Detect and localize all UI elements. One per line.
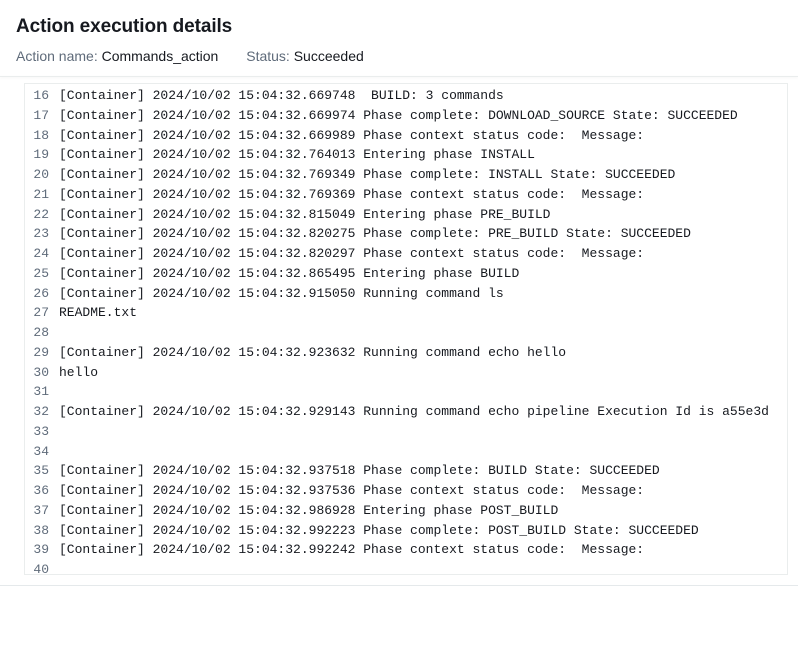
line-text: [Container] 2024/10/02 15:04:32.815049 E…: [59, 205, 550, 225]
line-text: [Container] 2024/10/02 15:04:32.937536 P…: [59, 481, 652, 501]
line-number: 24: [27, 244, 59, 264]
log-line: 33: [27, 422, 787, 442]
log-scroll-area[interactable]: 16[Container] 2024/10/02 15:04:32.669748…: [25, 84, 787, 574]
line-text: [59, 560, 67, 574]
line-text: [Container] 2024/10/02 15:04:32.669748 B…: [59, 86, 504, 106]
dialog-meta: Action name: Commands_action Status: Suc…: [16, 48, 798, 64]
line-text: [Container] 2024/10/02 15:04:32.669974 P…: [59, 106, 738, 126]
line-number: 36: [27, 481, 59, 501]
line-text: hello: [59, 363, 98, 383]
line-number: 32: [27, 402, 59, 422]
log-line: 22[Container] 2024/10/02 15:04:32.815049…: [27, 205, 787, 225]
log-line: 38[Container] 2024/10/02 15:04:32.992223…: [27, 521, 787, 541]
line-number: 25: [27, 264, 59, 284]
log-line: 23[Container] 2024/10/02 15:04:32.820275…: [27, 224, 787, 244]
log-line: 35[Container] 2024/10/02 15:04:32.937518…: [27, 461, 787, 481]
action-name-label: Action name:: [16, 48, 98, 64]
dialog-title: Action execution details: [16, 16, 798, 38]
line-number: 16: [27, 86, 59, 106]
line-text: [Container] 2024/10/02 15:04:32.929143 R…: [59, 402, 769, 422]
bottom-divider: [0, 585, 798, 586]
action-name-value: Commands_action: [102, 48, 219, 64]
line-number: 40: [27, 560, 59, 574]
line-number: 18: [27, 126, 59, 146]
line-text: [59, 422, 67, 442]
line-text: [59, 442, 67, 462]
line-text: [59, 382, 67, 402]
log-line: 26[Container] 2024/10/02 15:04:32.915050…: [27, 284, 787, 304]
line-text: [Container] 2024/10/02 15:04:32.992223 P…: [59, 521, 699, 541]
line-number: 23: [27, 224, 59, 244]
line-number: 34: [27, 442, 59, 462]
log-line: 31: [27, 382, 787, 402]
line-number: 17: [27, 106, 59, 126]
log-line: 27README.txt: [27, 303, 787, 323]
line-text: [Container] 2024/10/02 15:04:32.820275 P…: [59, 224, 691, 244]
status-value: Succeeded: [294, 48, 364, 64]
line-number: 28: [27, 323, 59, 343]
status-label: Status:: [246, 48, 290, 64]
line-text: [Container] 2024/10/02 15:04:32.923632 R…: [59, 343, 566, 363]
line-number: 35: [27, 461, 59, 481]
line-number: 20: [27, 165, 59, 185]
line-number: 38: [27, 521, 59, 541]
line-text: [Container] 2024/10/02 15:04:32.769369 P…: [59, 185, 652, 205]
log-line: 24[Container] 2024/10/02 15:04:32.820297…: [27, 244, 787, 264]
log-line: 21[Container] 2024/10/02 15:04:32.769369…: [27, 185, 787, 205]
log-line: 29[Container] 2024/10/02 15:04:32.923632…: [27, 343, 787, 363]
line-text: [59, 323, 67, 343]
log-container: 16[Container] 2024/10/02 15:04:32.669748…: [24, 83, 788, 575]
action-execution-dialog: Action execution details Action name: Co…: [0, 0, 798, 64]
line-text: [Container] 2024/10/02 15:04:32.865495 E…: [59, 264, 519, 284]
line-number: 27: [27, 303, 59, 323]
line-text: [Container] 2024/10/02 15:04:32.992242 P…: [59, 540, 652, 560]
line-number: 39: [27, 540, 59, 560]
line-text: [Container] 2024/10/02 15:04:32.820297 P…: [59, 244, 652, 264]
line-text: [Container] 2024/10/02 15:04:32.669989 P…: [59, 126, 652, 146]
line-text: [Container] 2024/10/02 15:04:32.915050 R…: [59, 284, 504, 304]
line-number: 26: [27, 284, 59, 304]
line-number: 31: [27, 382, 59, 402]
line-text: [Container] 2024/10/02 15:04:32.764013 E…: [59, 145, 535, 165]
line-text: [Container] 2024/10/02 15:04:32.986928 E…: [59, 501, 558, 521]
log-line: 18[Container] 2024/10/02 15:04:32.669989…: [27, 126, 787, 146]
line-number: 22: [27, 205, 59, 225]
log-line: 39[Container] 2024/10/02 15:04:32.992242…: [27, 540, 787, 560]
log-output: 16[Container] 2024/10/02 15:04:32.669748…: [25, 84, 787, 574]
log-line: 40: [27, 560, 787, 574]
log-line: 36[Container] 2024/10/02 15:04:32.937536…: [27, 481, 787, 501]
log-line: 19[Container] 2024/10/02 15:04:32.764013…: [27, 145, 787, 165]
line-number: 19: [27, 145, 59, 165]
log-line: 16[Container] 2024/10/02 15:04:32.669748…: [27, 86, 787, 106]
log-line: 20[Container] 2024/10/02 15:04:32.769349…: [27, 165, 787, 185]
line-text: [Container] 2024/10/02 15:04:32.769349 P…: [59, 165, 675, 185]
log-line: 32[Container] 2024/10/02 15:04:32.929143…: [27, 402, 787, 422]
line-number: 30: [27, 363, 59, 383]
log-line: 17[Container] 2024/10/02 15:04:32.669974…: [27, 106, 787, 126]
line-text: [Container] 2024/10/02 15:04:32.937518 P…: [59, 461, 660, 481]
header-divider: [0, 76, 798, 77]
log-line: 28: [27, 323, 787, 343]
log-line: 30hello: [27, 363, 787, 383]
line-number: 29: [27, 343, 59, 363]
log-line: 37[Container] 2024/10/02 15:04:32.986928…: [27, 501, 787, 521]
line-number: 33: [27, 422, 59, 442]
line-number: 37: [27, 501, 59, 521]
line-number: 21: [27, 185, 59, 205]
log-line: 34: [27, 442, 787, 462]
line-text: README.txt: [59, 303, 137, 323]
log-line: 25[Container] 2024/10/02 15:04:32.865495…: [27, 264, 787, 284]
